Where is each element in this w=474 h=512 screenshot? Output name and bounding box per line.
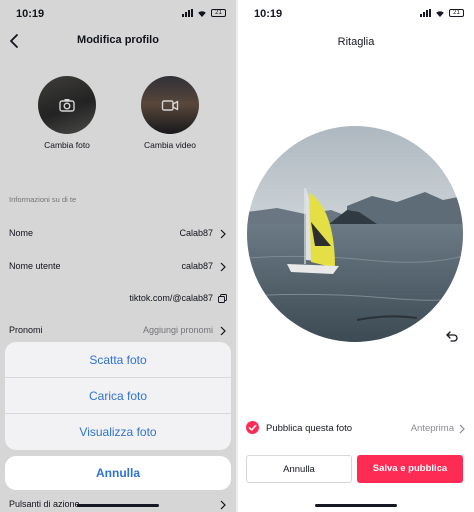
- save-and-publish-button[interactable]: Salva e pubblica: [357, 455, 463, 483]
- battery-icon: 21: [449, 9, 464, 17]
- publish-toggle-row[interactable]: Pubblica questa foto Anteprima: [246, 420, 466, 438]
- crop-screen: 10:19 21 Ritaglia Pubblica questa foto A…: [238, 0, 474, 512]
- crop-preview-image[interactable]: [247, 126, 463, 342]
- upload-photo-button[interactable]: Carica foto: [5, 378, 231, 414]
- action-sheet: Scatta foto Carica foto Visualizza foto: [5, 342, 231, 450]
- sailboat-photo: [247, 126, 463, 342]
- cancel-button[interactable]: Annulla: [246, 455, 352, 483]
- view-photo-button[interactable]: Visualizza foto: [5, 414, 231, 450]
- edit-profile-screen: 10:19 21 Modifica profilo Cambia foto Ca…: [0, 0, 236, 512]
- chevron-right-icon: [459, 424, 465, 434]
- home-indicator: [77, 504, 159, 507]
- preview-link[interactable]: Anteprima: [411, 423, 454, 434]
- status-time: 10:19: [254, 8, 283, 20]
- checkmark-icon[interactable]: [246, 421, 259, 434]
- publish-label: Pubblica questa foto: [266, 423, 353, 434]
- status-bar: 10:19 21: [238, 0, 474, 28]
- wifi-icon: [436, 11, 444, 17]
- take-photo-button[interactable]: Scatta foto: [5, 342, 231, 378]
- home-indicator: [315, 504, 397, 507]
- signal-icon: [420, 9, 431, 17]
- undo-icon[interactable]: [445, 329, 459, 343]
- status-icons: 21: [420, 9, 464, 17]
- page-title: Ritaglia: [337, 36, 375, 48]
- action-sheet-cancel-button[interactable]: Annulla: [5, 456, 231, 490]
